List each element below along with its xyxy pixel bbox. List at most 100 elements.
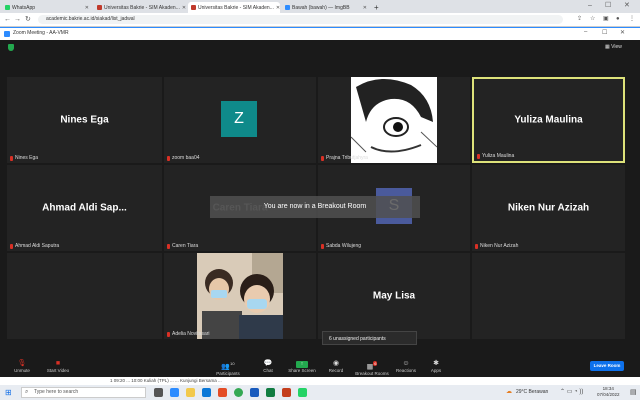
unassigned-participants-popup[interactable]: 6 unassigned participants: [322, 331, 417, 345]
participant-tile-nines-ega[interactable]: Nines Ega Nines Ega: [7, 77, 162, 163]
excel-icon[interactable]: [266, 388, 275, 397]
close-tab-icon[interactable]: ✕: [363, 5, 367, 11]
reactions-label: Reactions: [395, 368, 416, 373]
imgbb-icon: [285, 5, 290, 10]
tab-label: Universitas Bakrie - SIM Akaden...: [198, 4, 274, 11]
participant-label-text: Caren Tiara: [172, 243, 199, 249]
close-tab-icon[interactable]: ✕: [276, 5, 280, 11]
muted-mic-icon: [167, 243, 170, 249]
extensions-icon[interactable]: ▣: [603, 16, 609, 23]
participants-icon: 👥10: [221, 361, 235, 371]
participant-tile-yuliza-active-speaker[interactable]: Yuliza Maulina Yuliza Maulina: [472, 77, 625, 163]
url-input[interactable]: academic.bakrie.ac.id/siakad/list_jadwal: [38, 15, 563, 24]
record-button[interactable]: ◉ Record: [316, 359, 356, 373]
weather-text[interactable]: 29°C Berawan: [516, 389, 548, 395]
profile-icon[interactable]: ●: [616, 16, 620, 23]
record-label: Record: [328, 368, 344, 373]
word-icon[interactable]: [250, 388, 259, 397]
participant-label: Caren Tiara: [167, 243, 198, 249]
participant-label-text: Nines Ega: [15, 155, 39, 161]
edge-icon[interactable]: [202, 388, 211, 397]
notification-icon[interactable]: ▤: [630, 388, 637, 396]
record-icon: ◉: [332, 360, 340, 367]
video-off-icon: ■: [55, 360, 61, 367]
windows-start-icon[interactable]: ⊞: [5, 388, 12, 397]
muted-mic-icon: [10, 243, 13, 249]
tab-whatsapp[interactable]: WhatsApp ✕: [2, 2, 92, 13]
tab-label: Bawah (bawah) — ImgBB: [292, 4, 350, 11]
breakout-rooms-label: Breakout Rooms: [355, 371, 389, 377]
task-view-icon[interactable]: [154, 388, 163, 397]
url-text: academic.bakrie.ac.id/siakad/list_jadwal: [46, 16, 135, 22]
participant-tile-zoom-baa04[interactable]: Z zoom baa04: [164, 77, 316, 163]
participants-count: 10: [230, 361, 235, 366]
participant-tile-empty-1: [7, 253, 162, 339]
maximize-icon[interactable]: ☐: [605, 2, 611, 9]
muted-mic-icon: [321, 243, 324, 249]
file-explorer-icon[interactable]: [186, 388, 195, 397]
star-icon[interactable]: ☆: [590, 16, 595, 23]
minimize-icon[interactable]: –: [588, 2, 592, 9]
tab-sim-akademik-1[interactable]: Universitas Bakrie - SIM Akaden... ✕: [94, 2, 186, 13]
close-tab-icon[interactable]: ✕: [85, 5, 89, 11]
apps-label: Apps: [430, 368, 442, 373]
tab-label: Universitas Bakrie - SIM Akaden...: [104, 4, 180, 11]
close-window-icon[interactable]: ✕: [624, 2, 630, 9]
participant-label-text: Adelia Novitasari: [172, 331, 210, 337]
weather-icon: ☁: [506, 389, 512, 395]
participant-name: Niken Nur Azizah: [507, 202, 590, 214]
participants-label: Participants: [216, 371, 240, 377]
participant-label: Ahmad Aldi Saputra: [10, 243, 59, 249]
participant-tile-ahmad[interactable]: Ahmad Aldi Sap... Ahmad Aldi Saputra: [7, 165, 162, 251]
maximize-icon[interactable]: ☐: [602, 29, 607, 36]
view-button[interactable]: ▦ View: [605, 44, 622, 50]
zoom-taskbar-icon[interactable]: [170, 388, 179, 397]
chrome-icon[interactable]: [234, 388, 243, 397]
leave-room-button[interactable]: Leave Room: [590, 361, 624, 371]
reload-icon[interactable]: ↻: [25, 16, 31, 23]
close-icon[interactable]: ✕: [620, 29, 625, 36]
zoom-title-bar: Zoom Meeting - AA-VMR – ☐ ✕: [0, 27, 640, 40]
office-icon[interactable]: [218, 388, 227, 397]
muted-mic-icon: [10, 155, 13, 161]
participant-label: Prajna Tributjahyra: [321, 155, 368, 161]
participants-button[interactable]: 👥10 Participants: [208, 359, 248, 376]
start-video-button[interactable]: ■ Start Video: [38, 359, 78, 373]
start-video-label: Start Video: [46, 368, 70, 373]
participant-label: Niken Nur Azizah: [475, 243, 518, 249]
participant-label-text: Prajna Tributjahyra: [326, 155, 368, 161]
taskbar-search-input[interactable]: ⌕ Type here to search: [21, 387, 146, 398]
muted-mic-icon: [167, 155, 170, 161]
back-icon[interactable]: ←: [4, 16, 11, 23]
share-screen-label: Share Screen: [288, 368, 316, 373]
unmute-button[interactable]: 🎙 Unmute: [2, 359, 42, 373]
avatar: Z: [221, 101, 257, 137]
breakout-badge: 6: [373, 361, 378, 366]
participant-label: zoom baa04: [167, 155, 200, 161]
apps-button[interactable]: ✱ Apps: [416, 359, 456, 373]
tab-imgbb[interactable]: Bawah (bawah) — ImgBB ✕: [282, 2, 370, 13]
whatsapp-icon: [5, 5, 10, 10]
system-tray-icons[interactable]: ⌃ ▭ ◔ )): [560, 388, 583, 395]
menu-icon[interactable]: ⋮: [629, 16, 635, 23]
participant-tile-niken[interactable]: Niken Nur Azizah Niken Nur Azizah: [472, 165, 625, 251]
tab-sim-akademik-2[interactable]: Universitas Bakrie - SIM Akaden... ✕: [188, 2, 280, 13]
participant-name: Yuliza Maulina: [514, 114, 583, 126]
share-icon[interactable]: ⇪: [577, 16, 582, 23]
windows-taskbar: ⊞ ⌕ Type here to search ☁ 29°C Berawan ⌃…: [0, 385, 640, 400]
powerpoint-icon[interactable]: [282, 388, 291, 397]
participant-label: Sabda Wilujeng: [321, 243, 361, 249]
clock[interactable]: 18:34 07/04/2022: [597, 386, 620, 398]
meeting-area: ▦ View Nines Ega Nines Ega Z zoom baa04 …: [0, 40, 640, 358]
forward-icon[interactable]: →: [14, 16, 21, 23]
participant-tile-prajna[interactable]: Prajna Tributjahyra: [318, 77, 470, 163]
whatsapp-taskbar-icon[interactable]: [298, 388, 307, 397]
participant-label: Yuliza Maulina: [477, 153, 514, 159]
participant-label-text: Niken Nur Azizah: [480, 243, 519, 249]
new-tab-button[interactable]: +: [371, 2, 381, 13]
close-tab-icon[interactable]: ✕: [182, 5, 186, 11]
participant-tile-may-lisa[interactable]: May Lisa: [318, 253, 470, 339]
apps-icon: ✱: [433, 360, 439, 367]
participant-tile-adelia[interactable]: Adelia Novitasari: [164, 253, 316, 339]
minimize-icon[interactable]: –: [584, 29, 587, 35]
